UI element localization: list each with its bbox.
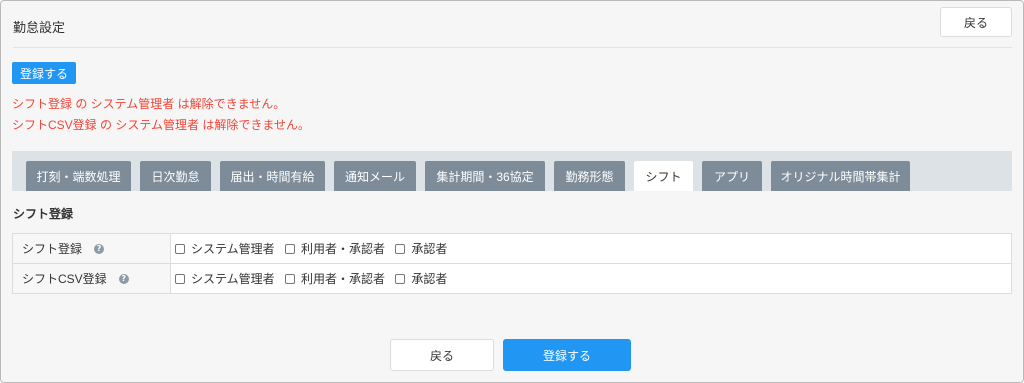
option-label: 利用者・承認者 <box>301 272 386 286</box>
row-label: シフト登録 <box>22 242 83 256</box>
tab-work-style[interactable]: 勤務形態 <box>554 161 625 191</box>
option-label: 承認者 <box>411 242 448 256</box>
table-row: シフト登録 システム管理者 利用者・承認者 承認者 <box>12 233 1012 264</box>
help-circle-icon[interactable] <box>118 273 129 284</box>
help-circle-icon[interactable] <box>94 243 105 254</box>
settings-tab-bar: 打刻・端数処理 日次勤怠 届出・時間有給 通知メール 集計期間・36協定 勤務形… <box>12 151 1012 191</box>
back-button[interactable]: 戻る <box>390 339 494 371</box>
tab-requests-hourly-leave[interactable]: 届出・時間有給 <box>220 161 325 191</box>
page-title: 勤怠設定 <box>13 20 66 35</box>
option-system-admin[interactable]: システム管理者 <box>175 240 275 257</box>
tab-custom-time-aggregation[interactable]: オリジナル時間帯集計 <box>771 161 910 191</box>
option-label: 承認者 <box>411 272 448 286</box>
tab-app[interactable]: アプリ <box>702 161 762 191</box>
option-approver[interactable]: 承認者 <box>395 270 447 287</box>
tab-aggregation-period[interactable]: 集計期間・36協定 <box>425 161 545 191</box>
error-message: シフト登録 の システム管理者 は解除できません。 <box>12 97 286 111</box>
register-button-top[interactable]: 登録する <box>12 62 76 84</box>
header-divider <box>13 47 1012 48</box>
attendance-settings-page: 勤怠設定 戻る 登録する シフト登録 の システム管理者 は解除できません。 シ… <box>0 0 1024 383</box>
tab-clock-rounding[interactable]: 打刻・端数処理 <box>26 161 131 191</box>
permissions-table: シフト登録 システム管理者 利用者・承認者 承認者 <box>12 233 1012 294</box>
option-user-approver[interactable]: 利用者・承認者 <box>285 240 385 257</box>
checkbox-system-admin[interactable] <box>175 273 185 284</box>
checkbox-user-approver[interactable] <box>285 273 295 284</box>
option-label: 利用者・承認者 <box>301 242 386 256</box>
error-message: シフトCSV登録 の システム管理者 は解除できません。 <box>12 118 310 132</box>
table-row: シフトCSV登録 システム管理者 利用者・承認者 承認者 <box>12 263 1012 294</box>
tab-daily-attendance[interactable]: 日次勤怠 <box>140 161 211 191</box>
row-label: シフトCSV登録 <box>22 272 107 286</box>
checkbox-user-approver[interactable] <box>285 243 295 254</box>
checkbox-approver[interactable] <box>395 243 406 254</box>
row-label-wrap: シフト登録 <box>22 240 105 257</box>
options-cell: システム管理者 利用者・承認者 承認者 <box>170 263 1012 294</box>
checkbox-approver[interactable] <box>395 273 406 284</box>
option-system-admin[interactable]: システム管理者 <box>175 270 275 287</box>
error-messages: シフト登録 の システム管理者 は解除できません。 シフトCSV登録 の システ… <box>12 94 310 136</box>
tab-shift[interactable]: シフト <box>634 161 693 191</box>
checkbox-system-admin[interactable] <box>175 243 185 254</box>
tab-notification-email[interactable]: 通知メール <box>334 161 416 191</box>
section-title: シフト登録 <box>13 207 74 221</box>
register-button[interactable]: 登録する <box>503 339 631 371</box>
row-label-cell: シフトCSV登録 <box>12 263 171 294</box>
back-button-top[interactable]: 戻る <box>940 7 1012 37</box>
option-approver[interactable]: 承認者 <box>395 240 447 257</box>
option-label: システム管理者 <box>191 242 275 256</box>
option-label: システム管理者 <box>191 272 275 286</box>
row-label-wrap: シフトCSV登録 <box>22 270 129 287</box>
options-cell: システム管理者 利用者・承認者 承認者 <box>170 233 1012 264</box>
row-label-cell: シフト登録 <box>12 233 171 264</box>
option-user-approver[interactable]: 利用者・承認者 <box>285 270 385 287</box>
